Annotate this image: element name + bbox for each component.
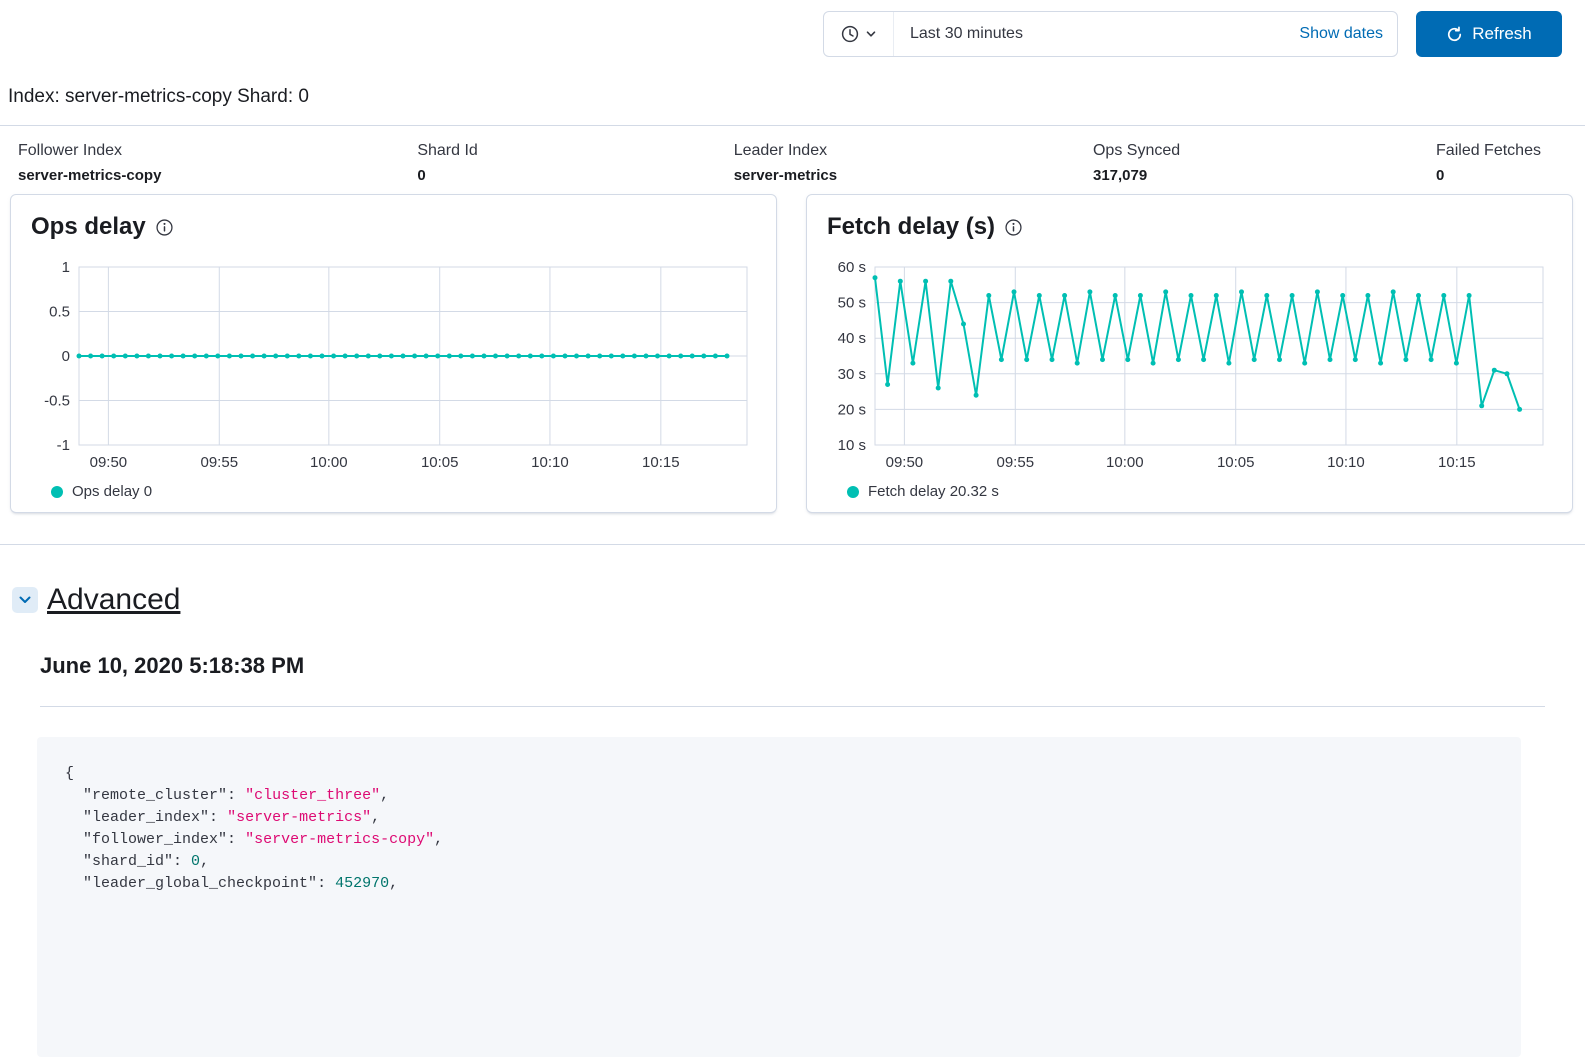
summary-failed-fetches: Failed Fetches 0 [1436,142,1541,184]
svg-text:1: 1 [62,259,70,276]
summary-value: 0 [417,167,426,184]
svg-text:30 s: 30 s [838,366,866,383]
legend-label: Fetch delay 20.32 s [868,483,999,500]
svg-text:10:00: 10:00 [1106,454,1144,471]
refresh-button-label: Refresh [1472,24,1532,43]
page-title: Index: server-metrics-copy Shard: 0 [8,86,309,107]
chart-panels: Ops delay 1 0.5 0 -0.5 -1 09:50 09:55 10:00 10:0… [0,194,1585,513]
summary-label: Leader Index [733,142,828,159]
time-range-value[interactable]: Last 30 minutes [894,25,1299,43]
chevron-down-icon [865,28,877,40]
summary-follower-index: Follower Index server-metrics-copy [18,142,161,184]
svg-text:10 s: 10 s [838,437,866,454]
legend-dot [51,485,63,498]
svg-text:10:05: 10:05 [421,454,459,471]
summary-shard-id: Shard Id 0 [417,142,477,184]
svg-text:-0.5: -0.5 [44,393,70,410]
advanced-divider [40,706,1545,707]
chart-title: Fetch delay (s) [827,213,996,240]
svg-text:10:00: 10:00 [310,454,348,471]
ops-delay-chart[interactable]: 1 0.5 0 -0.5 -1 09:50 09:55 10:00 10:05 10:10 10:1… [27,255,751,475]
svg-text:0.5: 0.5 [49,304,70,321]
svg-text:09:50: 09:50 [886,454,924,471]
advanced-label: Advanced [47,583,181,616]
legend-label: Ops delay 0 [72,483,153,500]
summary-value: 0 [1436,167,1445,184]
advanced-timestamp: June 10, 2020 5:18:38 PM [40,653,305,678]
info-icon[interactable] [1005,218,1022,236]
fetch-delay-chart[interactable]: 60 s 50 s 40 s 30 s 20 s 10 s 09:50 09:55 10:00 1… [823,255,1547,475]
advanced-accordion-toggle[interactable]: Advanced [12,583,1585,617]
summary-label: Ops Synced [1092,142,1181,159]
summary-label: Failed Fetches [1436,142,1541,159]
svg-text:10:10: 10:10 [1327,454,1365,471]
fetch-delay-legend[interactable]: Fetch delay 20.32 s [847,483,1556,500]
refresh-icon [1446,26,1463,43]
code-pre: { "remote_cluster": "cluster_three", "le… [65,763,1493,895]
section-divider [0,544,1585,545]
summary-value: 317,079 [1092,167,1148,184]
fetch-delay-panel: Fetch delay (s) 60 s 50 s 40 s 30 s 20 s 10 s… [806,194,1573,513]
svg-text:09:55: 09:55 [201,454,239,471]
clock-icon [840,24,860,44]
svg-text:0: 0 [62,348,70,365]
svg-text:10:15: 10:15 [1438,454,1476,471]
refresh-button[interactable]: Refresh [1416,11,1562,57]
time-quick-select-button[interactable] [824,12,894,56]
svg-text:40 s: 40 s [838,330,866,347]
svg-text:60 s: 60 s [838,259,866,276]
svg-text:50 s: 50 s [838,295,866,312]
svg-text:10:05: 10:05 [1217,454,1255,471]
ops-delay-legend[interactable]: Ops delay 0 [51,483,760,500]
svg-text:10:10: 10:10 [531,454,569,471]
summary-value: server-metrics [733,167,838,184]
code-block: { "remote_cluster": "cluster_three", "le… [37,737,1521,1057]
svg-text:20 s: 20 s [838,401,866,418]
svg-text:-1: -1 [57,437,70,454]
top-toolbar: Last 30 minutes Show dates Refresh [0,0,1585,57]
info-icon[interactable] [156,218,173,236]
code-content: { "remote_cluster": "cluster_three", "le… [65,765,444,892]
summary-value: server-metrics-copy [18,167,162,184]
legend-dot [847,485,859,498]
show-dates-button[interactable]: Show dates [1299,25,1397,43]
accordion-chevron-icon[interactable] [12,587,38,613]
super-date-picker: Last 30 minutes Show dates [823,11,1398,57]
svg-text:09:50: 09:50 [90,454,128,471]
summary-leader-index: Leader Index server-metrics [734,142,837,184]
svg-text:10:15: 10:15 [642,454,680,471]
svg-text:09:55: 09:55 [997,454,1035,471]
summary-label: Shard Id [417,142,478,159]
summary-ops-synced: Ops Synced 317,079 [1093,142,1180,184]
chart-title: Ops delay [31,213,146,240]
ops-delay-panel: Ops delay 1 0.5 0 -0.5 -1 09:50 09:55 10:00 10:0… [10,194,777,513]
summary-label: Follower Index [18,142,123,159]
shard-summary: Follower Index server-metrics-copy Shard… [0,126,1585,184]
